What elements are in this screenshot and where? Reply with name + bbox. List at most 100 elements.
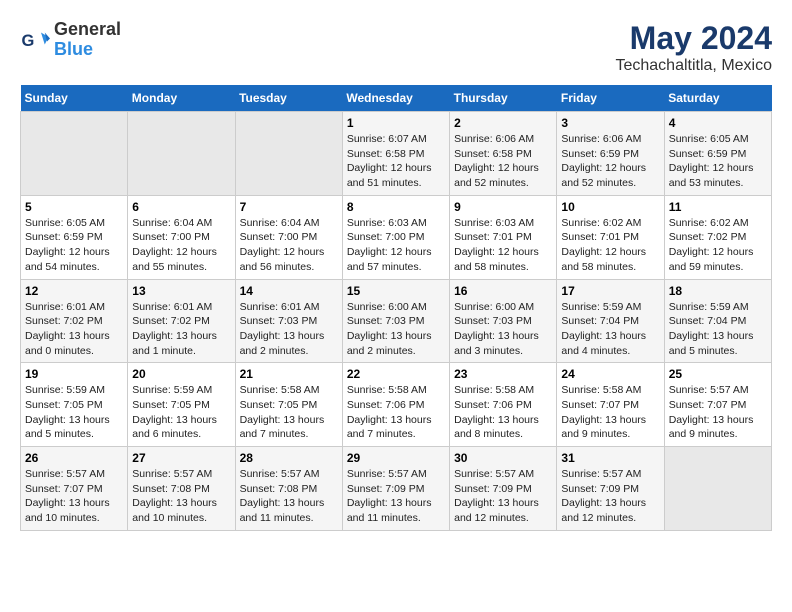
day-number: 10 — [561, 200, 659, 214]
week-row-2: 5 Sunrise: 6:05 AM Sunset: 6:59 PM Daylig… — [21, 195, 772, 279]
day-info: Sunrise: 6:02 AM Sunset: 7:02 PM Dayligh… — [669, 216, 767, 275]
day-number: 9 — [454, 200, 552, 214]
day-number: 12 — [25, 284, 123, 298]
calendar-cell: 28 Sunrise: 5:57 AM Sunset: 7:08 PM Dayli… — [235, 447, 342, 531]
logo-line2: Blue — [54, 40, 121, 60]
day-number: 19 — [25, 367, 123, 381]
day-number: 26 — [25, 451, 123, 465]
day-header-thursday: Thursday — [450, 85, 557, 112]
calendar-cell: 13Sunrise: 6:01 AM Sunset: 7:02 PM Dayli… — [128, 279, 235, 363]
calendar-cell: 25 Sunrise: 5:57 AM Sunset: 7:07 PM Dayli… — [664, 363, 771, 447]
day-info: Sunrise: 5:59 AM Sunset: 7:05 PM Dayligh… — [132, 383, 230, 442]
calendar-cell — [21, 112, 128, 196]
week-row-5: 26Sunrise: 5:57 AM Sunset: 7:07 PM Dayli… — [21, 447, 772, 531]
day-info: Sunrise: 5:57 AM Sunset: 7:09 PM Dayligh… — [454, 467, 552, 526]
calendar-cell: 7Sunrise: 6:04 AM Sunset: 7:00 PM Daylig… — [235, 195, 342, 279]
day-header-wednesday: Wednesday — [342, 85, 449, 112]
day-number: 8 — [347, 200, 445, 214]
day-number: 21 — [240, 367, 338, 381]
calendar-cell: 12Sunrise: 6:01 AM Sunset: 7:02 PM Dayli… — [21, 279, 128, 363]
day-number: 4 — [669, 116, 767, 130]
logo: G General Blue — [20, 20, 121, 60]
page-header: G General Blue May 2024 Techachaltitla, … — [20, 20, 772, 75]
day-info: Sunrise: 5:57 AM Sunset: 7:08 PM Dayligh… — [240, 467, 338, 526]
calendar-cell: 1 Sunrise: 6:07 AM Sunset: 6:58 PM Daylig… — [342, 112, 449, 196]
day-number: 13 — [132, 284, 230, 298]
day-number: 14 — [240, 284, 338, 298]
calendar-cell: 8Sunrise: 6:03 AM Sunset: 7:00 PM Daylig… — [342, 195, 449, 279]
calendar-cell: 30 Sunrise: 5:57 AM Sunset: 7:09 PM Dayli… — [450, 447, 557, 531]
calendar-cell: 26Sunrise: 5:57 AM Sunset: 7:07 PM Dayli… — [21, 447, 128, 531]
calendar-cell: 6Sunrise: 6:04 AM Sunset: 7:00 PM Daylig… — [128, 195, 235, 279]
day-info: Sunrise: 5:58 AM Sunset: 7:05 PM Dayligh… — [240, 383, 338, 442]
day-number: 29 — [347, 451, 445, 465]
day-info: Sunrise: 6:06 AM Sunset: 6:59 PM Dayligh… — [561, 132, 659, 191]
day-number: 28 — [240, 451, 338, 465]
day-info: Sunrise: 5:59 AM Sunset: 7:04 PM Dayligh… — [669, 300, 767, 359]
week-row-3: 12Sunrise: 6:01 AM Sunset: 7:02 PM Dayli… — [21, 279, 772, 363]
day-number: 5 — [25, 200, 123, 214]
calendar-cell: 17 Sunrise: 5:59 AM Sunset: 7:04 PM Dayli… — [557, 279, 664, 363]
day-info: Sunrise: 6:07 AM Sunset: 6:58 PM Dayligh… — [347, 132, 445, 191]
day-number: 20 — [132, 367, 230, 381]
logo-text: General Blue — [54, 20, 121, 60]
calendar-table: SundayMondayTuesdayWednesdayThursdayFrid… — [20, 85, 772, 531]
calendar-cell: 14 Sunrise: 6:01 AM Sunset: 7:03 PM Dayli… — [235, 279, 342, 363]
day-info: Sunrise: 5:57 AM Sunset: 7:09 PM Dayligh… — [561, 467, 659, 526]
calendar-cell: 27 Sunrise: 5:57 AM Sunset: 7:08 PM Dayli… — [128, 447, 235, 531]
day-info: Sunrise: 6:01 AM Sunset: 7:03 PM Dayligh… — [240, 300, 338, 359]
day-info: Sunrise: 6:05 AM Sunset: 6:59 PM Dayligh… — [25, 216, 123, 275]
day-info: Sunrise: 5:57 AM Sunset: 7:07 PM Dayligh… — [669, 383, 767, 442]
calendar-cell: 10 Sunrise: 6:02 AM Sunset: 7:01 PM Dayli… — [557, 195, 664, 279]
day-info: Sunrise: 5:58 AM Sunset: 7:06 PM Dayligh… — [454, 383, 552, 442]
page-title: May 2024 — [615, 20, 772, 57]
day-number: 27 — [132, 451, 230, 465]
day-number: 31 — [561, 451, 659, 465]
day-header-monday: Monday — [128, 85, 235, 112]
calendar-cell: 2Sunrise: 6:06 AM Sunset: 6:58 PM Daylig… — [450, 112, 557, 196]
day-number: 6 — [132, 200, 230, 214]
day-number: 22 — [347, 367, 445, 381]
calendar-cell — [235, 112, 342, 196]
day-number: 30 — [454, 451, 552, 465]
week-row-1: 1 Sunrise: 6:07 AM Sunset: 6:58 PM Daylig… — [21, 112, 772, 196]
calendar-cell: 31 Sunrise: 5:57 AM Sunset: 7:09 PM Dayli… — [557, 447, 664, 531]
day-info: Sunrise: 5:58 AM Sunset: 7:07 PM Dayligh… — [561, 383, 659, 442]
day-info: Sunrise: 5:57 AM Sunset: 7:09 PM Dayligh… — [347, 467, 445, 526]
day-header-sunday: Sunday — [21, 85, 128, 112]
day-number: 1 — [347, 116, 445, 130]
day-info: Sunrise: 6:03 AM Sunset: 7:01 PM Dayligh… — [454, 216, 552, 275]
day-number: 25 — [669, 367, 767, 381]
day-info: Sunrise: 6:04 AM Sunset: 7:00 PM Dayligh… — [240, 216, 338, 275]
week-row-4: 19 Sunrise: 5:59 AM Sunset: 7:05 PM Dayli… — [21, 363, 772, 447]
calendar-cell — [128, 112, 235, 196]
day-info: Sunrise: 5:59 AM Sunset: 7:05 PM Dayligh… — [25, 383, 123, 442]
page-subtitle: Techachaltitla, Mexico — [615, 57, 772, 75]
day-header-friday: Friday — [557, 85, 664, 112]
calendar-cell — [664, 447, 771, 531]
day-number: 18 — [669, 284, 767, 298]
day-number: 11 — [669, 200, 767, 214]
day-header-saturday: Saturday — [664, 85, 771, 112]
calendar-cell: 15Sunrise: 6:00 AM Sunset: 7:03 PM Dayli… — [342, 279, 449, 363]
calendar-cell: 21 Sunrise: 5:58 AM Sunset: 7:05 PM Dayli… — [235, 363, 342, 447]
day-number: 3 — [561, 116, 659, 130]
day-info: Sunrise: 5:57 AM Sunset: 7:08 PM Dayligh… — [132, 467, 230, 526]
logo-line1: General — [54, 20, 121, 40]
calendar-cell: 16Sunrise: 6:00 AM Sunset: 7:03 PM Dayli… — [450, 279, 557, 363]
calendar-cell: 19 Sunrise: 5:59 AM Sunset: 7:05 PM Dayli… — [21, 363, 128, 447]
day-number: 24 — [561, 367, 659, 381]
day-header-tuesday: Tuesday — [235, 85, 342, 112]
day-info: Sunrise: 6:06 AM Sunset: 6:58 PM Dayligh… — [454, 132, 552, 191]
svg-text:G: G — [22, 32, 35, 50]
calendar-cell: 29 Sunrise: 5:57 AM Sunset: 7:09 PM Dayli… — [342, 447, 449, 531]
day-number: 15 — [347, 284, 445, 298]
logo-icon: G — [20, 25, 50, 55]
day-info: Sunrise: 6:02 AM Sunset: 7:01 PM Dayligh… — [561, 216, 659, 275]
header-row: SundayMondayTuesdayWednesdayThursdayFrid… — [21, 85, 772, 112]
day-number: 17 — [561, 284, 659, 298]
calendar-cell: 23Sunrise: 5:58 AM Sunset: 7:06 PM Dayli… — [450, 363, 557, 447]
day-info: Sunrise: 6:05 AM Sunset: 6:59 PM Dayligh… — [669, 132, 767, 191]
day-info: Sunrise: 6:00 AM Sunset: 7:03 PM Dayligh… — [454, 300, 552, 359]
day-info: Sunrise: 5:59 AM Sunset: 7:04 PM Dayligh… — [561, 300, 659, 359]
